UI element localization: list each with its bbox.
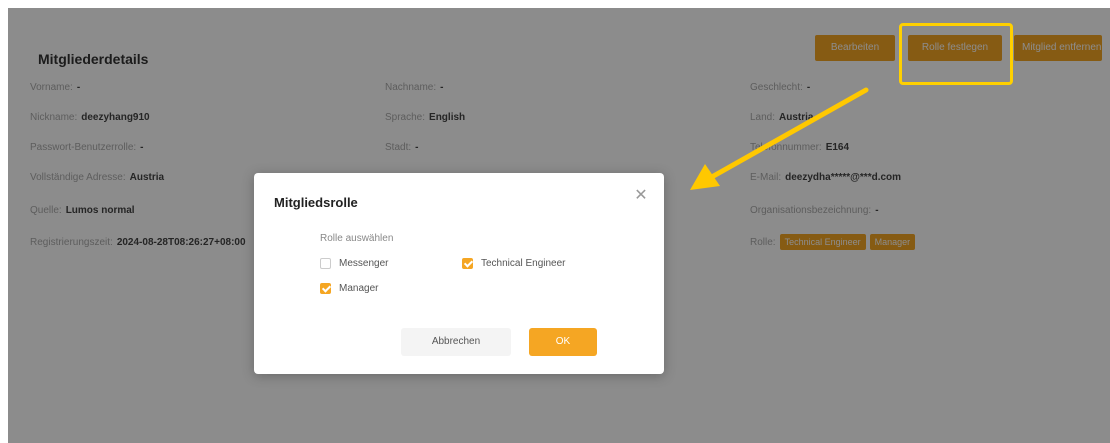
annotation-highlight-box [899, 23, 1013, 85]
checkbox[interactable] [320, 258, 331, 269]
option-label: Messenger [339, 258, 389, 269]
option-label: Technical Engineer [481, 258, 566, 269]
role-option-technical-engineer[interactable]: Technical Engineer [462, 258, 566, 269]
checkbox-checked[interactable] [320, 283, 331, 294]
role-option-manager[interactable]: Manager [320, 283, 378, 294]
select-role-label: Rolle auswählen [320, 233, 394, 244]
option-label: Manager [339, 283, 379, 294]
cancel-button[interactable]: Abbrechen [401, 328, 511, 356]
close-icon[interactable]: ✕ [632, 187, 650, 205]
ok-button[interactable]: OK [529, 328, 597, 356]
role-option-messenger[interactable]: Messenger [320, 258, 388, 269]
checkbox-checked[interactable] [462, 258, 473, 269]
dialog-title: Mitgliedsrolle [274, 195, 358, 210]
member-role-dialog: Mitgliedsrolle ✕ Rolle auswählen Messeng… [254, 173, 664, 374]
